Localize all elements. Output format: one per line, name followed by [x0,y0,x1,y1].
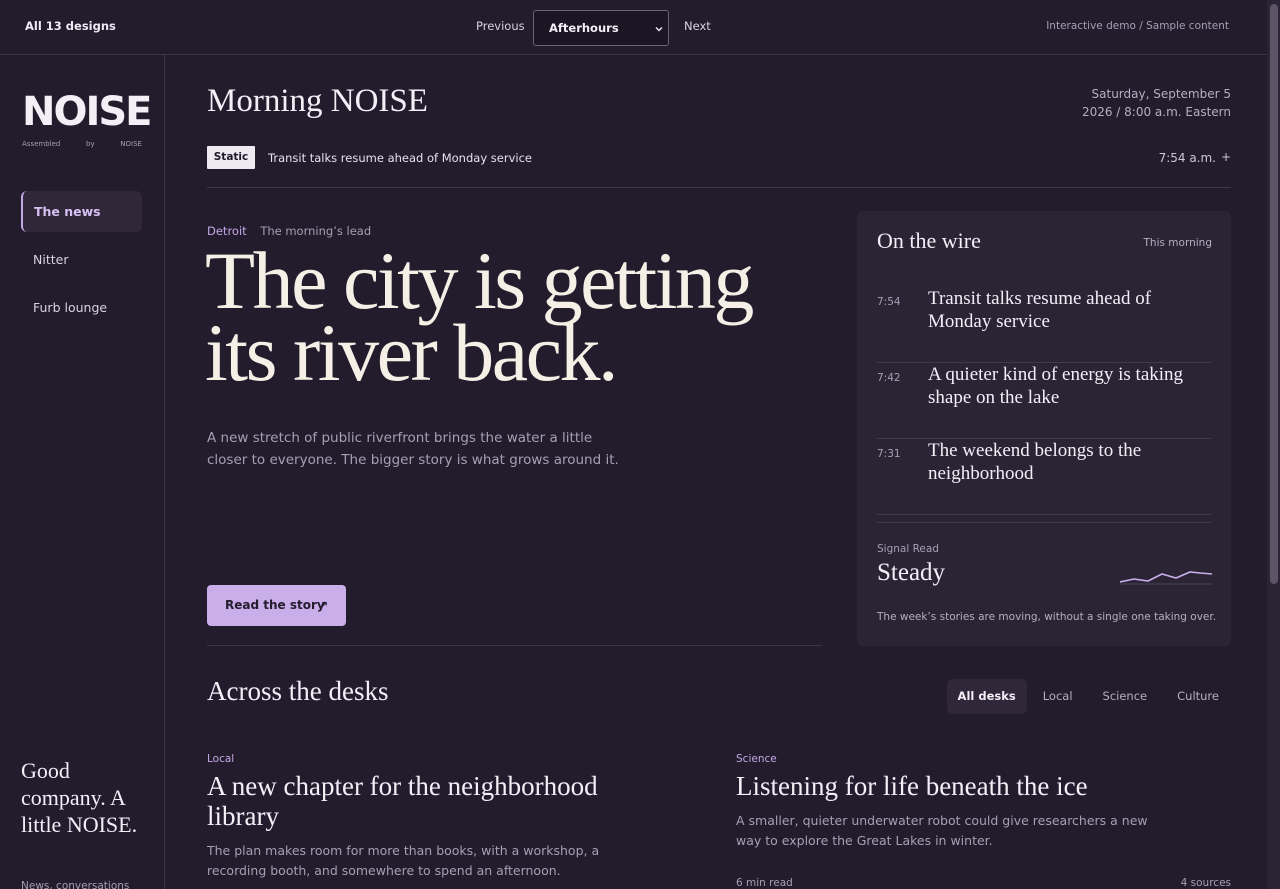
signal-label: Signal Read [877,543,939,555]
ticker-expand-button[interactable]: + [1221,150,1231,164]
wire-item-headline: A quieter kind of energy is taking shape… [928,364,1184,408]
sidebar-item-nitter[interactable]: Nitter [21,239,142,280]
wire-item-time: 7:31 [877,448,901,460]
wire-item-time: 7:54 [877,296,901,308]
logo-sub-assembled: Assembled [22,140,61,148]
tab-local[interactable]: Local [1029,679,1087,714]
signal-note: The week’s stories are moving, without a… [877,611,1217,623]
ticker-headline[interactable]: Transit talks resume ahead of Monday ser… [268,151,532,165]
card-section: Local [207,753,235,765]
ticker-badge: Static [207,146,255,169]
chevron-down-icon [655,26,663,32]
tab-science[interactable]: Science [1089,679,1162,714]
card-title: A new chapter for the neighborhood libra… [207,771,598,831]
wire-item[interactable]: 7:31 The weekend belongs to the neighbor… [877,439,1211,515]
story-card-local[interactable]: Local A new chapter for the neighborhood… [207,753,627,881]
read-story-label: Read the story [225,598,325,612]
design-select[interactable]: Afterhours [533,10,669,46]
card-summary: A smaller, quieter underwater robot coul… [736,813,1148,848]
signal-sparkline-icon [1120,571,1212,585]
page-title: Morning NOISE [207,83,428,119]
signal-value: Steady [877,559,946,586]
story-card-science[interactable]: Science Listening for life beneath the i… [736,753,1156,851]
scrollbar-thumb[interactable] [1270,4,1278,584]
demo-note: Interactive demo / Sample content [1046,20,1229,32]
wire-when: This morning [1143,237,1212,249]
logo-sub-by: by [86,140,95,148]
wire-title: On the wire [877,228,981,253]
wire-item[interactable]: 7:54 Transit talks resume ahead of Monda… [877,287,1211,363]
wire-item-time: 7:42 [877,372,901,384]
sidebar: NOISE Assembled by NOISE The news Nitter… [0,55,165,889]
dateline: Saturday, September 5 2026 / 8:00 a.m. E… [1082,85,1231,121]
logo-subline: Assembled by NOISE [22,140,142,148]
sidebar-item-furb-lounge[interactable]: Furb lounge [21,287,142,328]
logo-sub-noise: NOISE [120,140,142,148]
card-sources: 4 sources [1180,877,1231,889]
tab-all-desks[interactable]: All desks [946,679,1027,714]
card-title: Listening for life beneath the ice [736,771,1088,801]
desk-tabs: All desks Local Science Culture [945,679,1233,714]
arrow-up-right-icon: ↗ [318,599,328,612]
ticker-time: 7:54 a.m. [1158,151,1216,165]
lead-headline[interactable]: The city is getting its river back. [205,240,805,394]
sidebar-tagline: Good company. A little NOISE. [21,758,138,837]
previous-button[interactable]: Previous [476,19,525,33]
wire-divider [877,522,1211,523]
sparkline-line [1120,571,1212,583]
date-line-1: Saturday, September 5 [1091,87,1231,101]
wire-item-headline: The weekend belongs to the neighborhood [928,440,1142,484]
lead-divider [207,645,822,646]
main-content: Morning NOISE Saturday, September 5 2026… [165,55,1267,889]
sidebar-tagline-sub: News, conversations [21,880,130,889]
lead-dek: A new stretch of public riverfront bring… [207,430,619,468]
header-divider [207,187,1231,188]
next-button[interactable]: Next [684,19,711,33]
design-select-value: Afterhours [549,21,619,35]
wire-item[interactable]: 7:42 A quieter kind of energy is taking … [877,363,1211,439]
card-section: Science [736,753,777,765]
card-summary: The plan makes room for more than books,… [207,843,600,878]
all-designs-link[interactable]: All 13 designs [25,19,116,33]
card-read-time: 6 min read [736,877,793,889]
desks-title: Across the desks [207,676,389,706]
read-story-button[interactable]: Read the story ↗ [207,585,346,626]
date-line-2: 2026 / 8:00 a.m. Eastern [1081,105,1231,119]
wire-panel: On the wire This morning 7:54 Transit ta… [857,211,1231,646]
top-bar: All 13 designs Previous Afterhours Next … [0,0,1267,55]
wire-item-headline: Transit talks resume ahead of Monday ser… [928,288,1152,332]
sidebar-item-the-news[interactable]: The news [21,191,142,232]
logo: NOISE [22,89,152,135]
tab-culture[interactable]: Culture [1163,679,1233,714]
